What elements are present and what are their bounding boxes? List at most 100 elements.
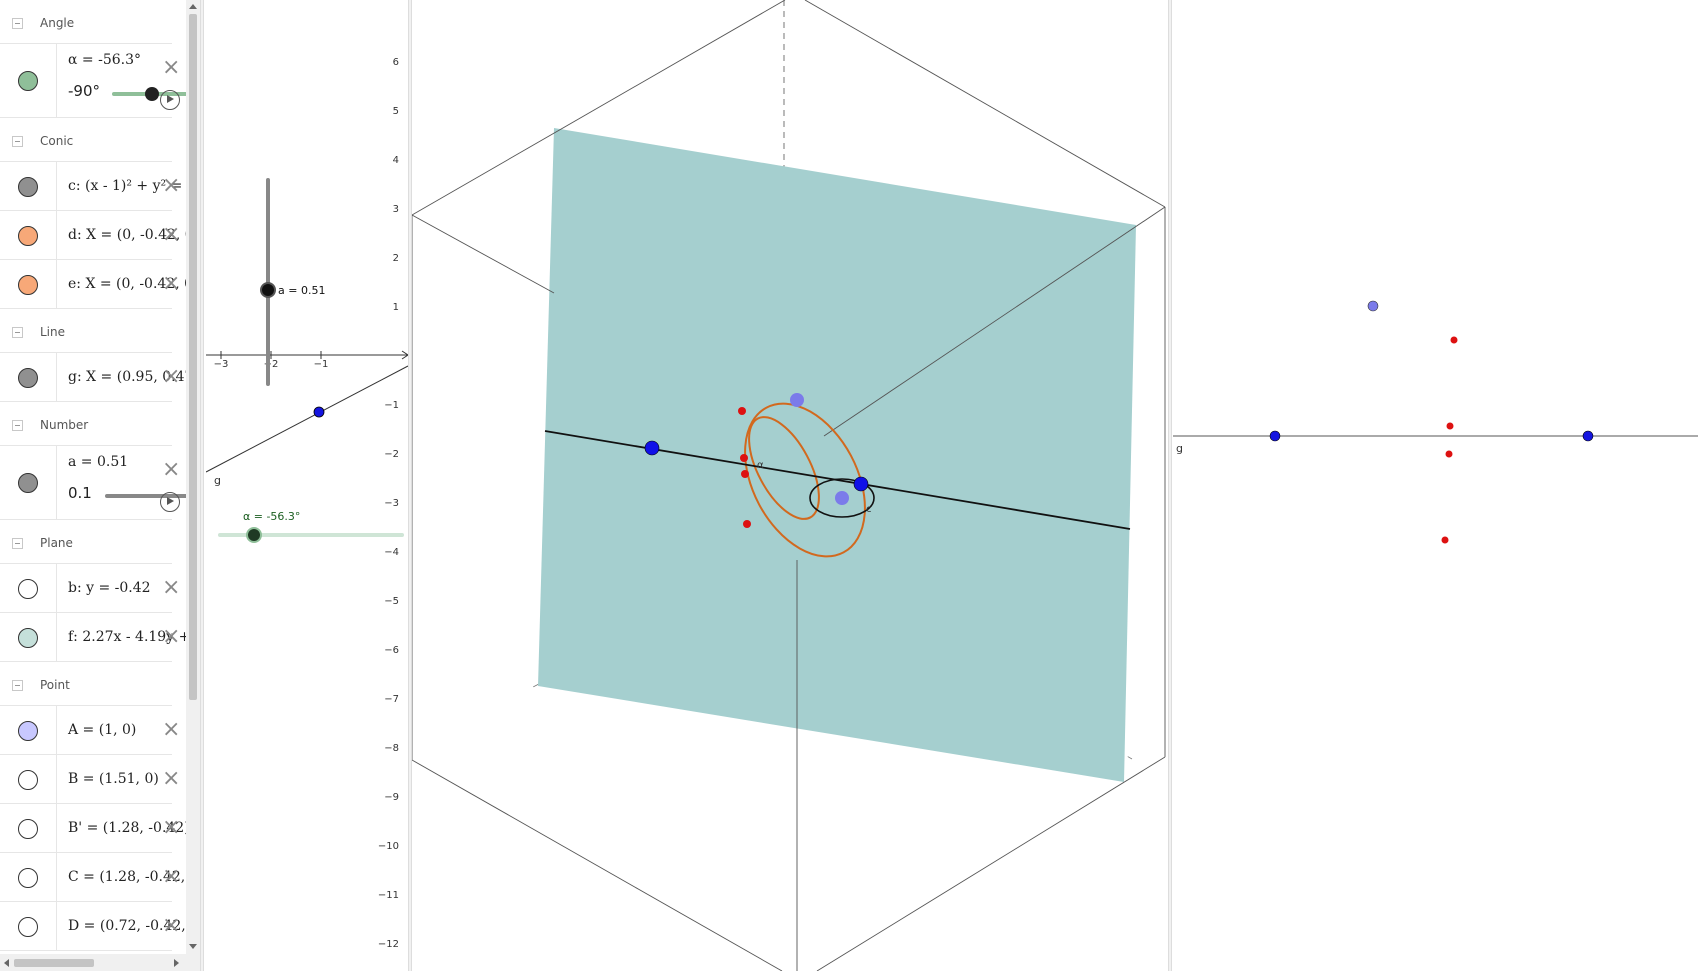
point[interactable] bbox=[1446, 422, 1454, 430]
line-g-label: g bbox=[1176, 442, 1183, 455]
scroll-left-icon[interactable] bbox=[4, 959, 9, 967]
graphics-view-2[interactable]: g bbox=[1173, 0, 1698, 971]
object-definition[interactable]: B = (1.51, 0) bbox=[68, 771, 159, 787]
visibility-marble-icon[interactable] bbox=[18, 867, 38, 888]
visibility-marble-icon[interactable] bbox=[18, 71, 38, 91]
graphics-3d-view[interactable]: α c bbox=[411, 0, 1166, 971]
visibility-marble-icon[interactable] bbox=[18, 769, 38, 790]
algebra-item[interactable]: g: X = (0.95, 0.47, × bbox=[0, 353, 186, 402]
algebra-item[interactable]: B = (1.51, 0) × bbox=[0, 755, 180, 804]
point[interactable] bbox=[738, 407, 746, 415]
visibility-marble-icon[interactable] bbox=[18, 367, 38, 388]
point[interactable] bbox=[790, 393, 804, 407]
collapse-icon[interactable] bbox=[12, 327, 23, 338]
scrollbar-thumb[interactable] bbox=[189, 14, 197, 700]
close-icon[interactable]: × bbox=[162, 817, 180, 839]
algebra-item[interactable]: e: X = (0, -0.42, 0) × bbox=[0, 260, 186, 309]
collapse-icon[interactable] bbox=[12, 420, 23, 431]
point[interactable] bbox=[853, 476, 869, 492]
close-icon[interactable]: × bbox=[162, 175, 180, 197]
algebra-item[interactable]: C = (1.28, -0.42, 0)× bbox=[0, 853, 186, 902]
point[interactable] bbox=[1445, 450, 1453, 458]
line-g[interactable] bbox=[205, 365, 409, 473]
algebra-group-header[interactable]: Number bbox=[0, 402, 172, 446]
algebra-item[interactable]: a = 0.51 × 0.1 bbox=[0, 446, 186, 520]
close-icon[interactable]: × bbox=[162, 768, 180, 790]
visibility-marble-icon[interactable] bbox=[18, 176, 38, 197]
object-definition[interactable]: α = -56.3° bbox=[68, 52, 141, 68]
point[interactable] bbox=[1582, 430, 1594, 442]
algebra-group-header[interactable]: Line bbox=[0, 309, 172, 353]
slider-a-knob[interactable] bbox=[260, 282, 276, 298]
y-tick-label: −8 bbox=[384, 743, 399, 754]
visibility-marble-icon[interactable] bbox=[18, 274, 38, 295]
close-icon[interactable]: × bbox=[162, 57, 180, 79]
graphics-view-1[interactable]: 6 5 4 3 2 1 −1 −2 −3 −4 −5 −6 −7 −8 −9 −10 −11 −12 −4 −3 −2… bbox=[164, 0, 409, 971]
scroll-right-icon[interactable] bbox=[174, 959, 179, 967]
play-icon[interactable] bbox=[160, 492, 180, 512]
y-tick-label: 2 bbox=[393, 253, 399, 264]
scroll-up-icon[interactable] bbox=[189, 4, 197, 9]
slider-alpha-knob[interactable] bbox=[246, 527, 262, 543]
point[interactable] bbox=[740, 454, 748, 462]
close-icon[interactable]: × bbox=[162, 626, 180, 648]
object-definition[interactable]: b: y = -0.42 bbox=[68, 580, 151, 596]
slider-knob[interactable] bbox=[145, 87, 159, 101]
view-divider[interactable] bbox=[1168, 0, 1172, 971]
algebra-item[interactable]: A = (1, 0) × bbox=[0, 706, 180, 755]
graphics-2-canvas[interactable]: g bbox=[1173, 0, 1698, 971]
close-icon[interactable]: × bbox=[162, 915, 180, 937]
algebra-horizontal-scrollbar[interactable] bbox=[0, 954, 186, 971]
point[interactable] bbox=[644, 440, 660, 456]
algebra-group-header[interactable]: Point bbox=[0, 662, 172, 706]
graphics-1-canvas[interactable]: 6 5 4 3 2 1 −1 −2 −3 −4 −5 −6 −7 −8 −9 −10 −11 −12 −4 −3 −2… bbox=[164, 0, 409, 971]
close-icon[interactable]: × bbox=[162, 719, 180, 741]
algebra-item[interactable]: d: X = (0, -0.42, 0)× bbox=[0, 211, 186, 260]
object-definition[interactable]: a = 0.51 bbox=[68, 454, 128, 470]
visibility-marble-icon[interactable] bbox=[18, 627, 38, 648]
point[interactable] bbox=[743, 520, 751, 528]
play-icon[interactable] bbox=[160, 90, 180, 110]
close-icon[interactable]: × bbox=[162, 224, 180, 246]
object-definition[interactable]: A = (1, 0) bbox=[68, 722, 136, 738]
visibility-marble-icon[interactable] bbox=[18, 818, 38, 839]
point[interactable] bbox=[741, 470, 749, 478]
point[interactable] bbox=[1269, 430, 1281, 442]
point[interactable] bbox=[313, 406, 325, 418]
scrollbar-thumb[interactable] bbox=[14, 959, 94, 967]
algebra-group-header[interactable]: Angle bbox=[0, 0, 172, 44]
algebra-item[interactable]: f: 2.27x - 4.19y + 0× bbox=[0, 613, 186, 662]
view-divider[interactable] bbox=[200, 0, 204, 971]
point[interactable] bbox=[835, 491, 849, 505]
visibility-marble-icon[interactable] bbox=[18, 720, 38, 741]
visibility-marble-icon[interactable] bbox=[18, 473, 38, 493]
algebra-item[interactable]: b: y = -0.42 × bbox=[0, 564, 180, 613]
collapse-icon[interactable] bbox=[12, 680, 23, 691]
graphics-3d-canvas[interactable]: α c bbox=[411, 0, 1166, 971]
close-icon[interactable]: × bbox=[162, 366, 180, 388]
point[interactable] bbox=[1367, 300, 1379, 312]
close-icon[interactable]: × bbox=[162, 866, 180, 888]
visibility-marble-icon[interactable] bbox=[18, 225, 38, 246]
collapse-icon[interactable] bbox=[12, 18, 23, 29]
point[interactable] bbox=[1450, 336, 1458, 344]
algebra-item[interactable]: c: (x - 1)² + y² = 0 × bbox=[0, 162, 186, 211]
close-icon[interactable]: × bbox=[162, 459, 180, 481]
scroll-down-icon[interactable] bbox=[189, 944, 197, 949]
algebra-group-header[interactable]: Plane bbox=[0, 520, 172, 564]
algebra-item[interactable]: α = -56.3° × -90° bbox=[0, 44, 186, 118]
algebra-vertical-scrollbar[interactable] bbox=[186, 0, 200, 971]
collapse-icon[interactable] bbox=[12, 538, 23, 549]
algebra-group-header[interactable]: Conic bbox=[0, 118, 172, 162]
algebra-item[interactable]: D = (0.72, -0.42, 0)× bbox=[0, 902, 186, 951]
close-icon[interactable]: × bbox=[162, 273, 180, 295]
y-tick-label: −7 bbox=[384, 694, 399, 705]
plane-f[interactable] bbox=[538, 128, 1136, 782]
marble-column bbox=[0, 613, 57, 661]
algebra-item[interactable]: B' = (1.28, -0.42) × bbox=[0, 804, 186, 853]
visibility-marble-icon[interactable] bbox=[18, 578, 38, 599]
visibility-marble-icon[interactable] bbox=[18, 916, 38, 937]
point[interactable] bbox=[1441, 536, 1449, 544]
collapse-icon[interactable] bbox=[12, 136, 23, 147]
close-icon[interactable]: × bbox=[162, 577, 180, 599]
